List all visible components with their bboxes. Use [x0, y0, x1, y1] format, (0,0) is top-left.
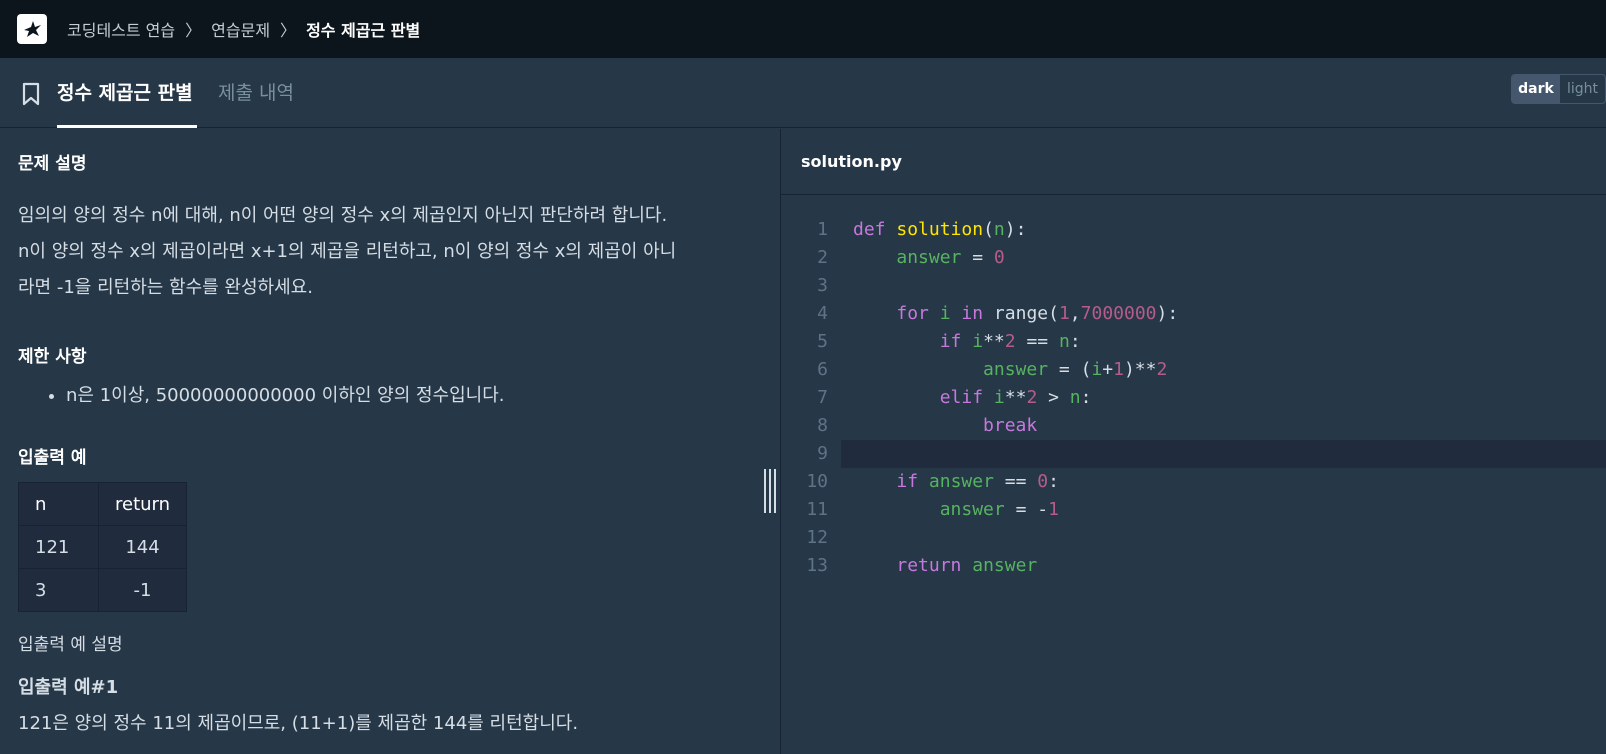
example-1-title: 입출력 예#1: [18, 677, 119, 698]
bookmark-icon[interactable]: [22, 82, 40, 106]
code-line-active: 9: [817, 440, 1606, 468]
theme-toggle: dark light: [1511, 74, 1606, 104]
line-number: 5: [817, 331, 828, 352]
limits-list: n은 1이상, 50000000000000 이하인 양의 정수입니다.: [18, 381, 762, 411]
line-number: 12: [806, 527, 828, 548]
code-editor[interactable]: 1 def solution(n): 2 answer = 0 3 4 for i…: [781, 195, 1606, 580]
table-cell: 121: [18, 525, 99, 569]
code-line: 11 answer = -1: [781, 496, 1606, 524]
code-line: 6 answer = (i+1)**2: [781, 356, 1606, 384]
code-line: 5 if i**2 == n:: [781, 328, 1606, 356]
line-number: 9: [817, 443, 828, 464]
table-cell: 3: [18, 568, 99, 612]
chevron-right-icon: 〉: [280, 21, 297, 40]
problem-description-title: 문제 설명: [18, 154, 87, 174]
code-line: 2 answer = 0: [781, 244, 1606, 272]
code-line: 1 def solution(n):: [781, 216, 1606, 244]
code-line: 8 break: [781, 412, 1606, 440]
file-name: solution.py: [781, 129, 1606, 195]
line-number: 3: [817, 275, 828, 296]
line-number: 1: [817, 219, 828, 240]
line-number: 4: [817, 303, 828, 324]
tab-bar: 정수 제곱근 판별 제출 내역: [0, 58, 1606, 128]
breadcrumb-item-coding-test[interactable]: 코딩테스트 연습: [67, 17, 175, 41]
line-number: 6: [817, 359, 828, 380]
table-row: 121 144: [18, 525, 188, 569]
limit-item: n은 1이상, 50000000000000 이하인 양의 정수입니다.: [66, 381, 762, 411]
code-line: 4 for i in range(1,7000000):: [781, 300, 1606, 328]
table-header-row: n return: [18, 482, 188, 526]
tab-submission-history[interactable]: 제출 내역: [218, 58, 294, 128]
breadcrumb-item-current: 정수 제곱근 판별: [306, 21, 421, 40]
programmers-logo-icon[interactable]: [17, 14, 47, 44]
code-line: 12: [781, 524, 1606, 552]
limits-title: 제한 사항: [18, 347, 87, 367]
io-example-table: n return 121 144 3 -1: [18, 482, 188, 612]
code-line: 7 elif i**2 > n:: [781, 384, 1606, 412]
top-bar: 코딩테스트 연습 〉 연습문제 〉 정수 제곱근 판별: [0, 0, 1606, 58]
theme-dark-button[interactable]: dark: [1512, 75, 1560, 103]
line-number: 8: [817, 415, 828, 436]
line-number: 13: [806, 555, 828, 576]
code-line: 10 if answer == 0:: [781, 468, 1606, 496]
io-example-title: 입출력 예: [18, 448, 87, 468]
description-line: 라면 -1을 리턴하는 함수를 완성하세요.: [18, 277, 313, 298]
description-line: 임의의 양의 정수 n에 대해, n이 어떤 양의 정수 x의 제곱인지 아닌지…: [18, 205, 668, 226]
theme-light-button[interactable]: light: [1560, 75, 1605, 103]
line-number: 2: [817, 247, 828, 268]
problem-pane: 문제 설명 임의의 양의 정수 n에 대해, n이 어떤 양의 정수 x의 제곱…: [0, 129, 780, 754]
breadcrumb: 코딩테스트 연습 〉 연습문제 〉 정수 제곱근 판별: [67, 17, 420, 41]
problem-description: 임의의 양의 정수 n에 대해, n이 어떤 양의 정수 x의 제곱인지 아닌지…: [18, 198, 748, 306]
table-cell: 144: [97, 525, 188, 569]
table-row: 3 -1: [18, 568, 188, 612]
chevron-right-icon: 〉: [185, 21, 202, 40]
table-cell: -1: [97, 568, 188, 612]
code-line: 13 return answer: [781, 552, 1606, 580]
tab-problem[interactable]: 정수 제곱근 판별: [57, 58, 197, 128]
pane-resize-handle[interactable]: [764, 469, 776, 513]
example-1-text: 121은 양의 정수 11의 제곱이므로, (11+1)를 제곱한 144를 리…: [18, 713, 579, 734]
editor-pane: solution.py 1 def solution(n): 2 answer =…: [780, 129, 1606, 754]
io-example-description-title: 입출력 예 설명: [18, 635, 123, 655]
line-number: 7: [817, 387, 828, 408]
breadcrumb-item-practice[interactable]: 연습문제: [211, 17, 270, 41]
line-number: 11: [806, 499, 828, 520]
line-number: 10: [806, 471, 828, 492]
description-line: n이 양의 정수 x의 제곱이라면 x+1의 제곱을 리턴하고, n이 양의 정…: [18, 241, 677, 262]
table-header: n: [18, 482, 99, 526]
table-header: return: [97, 482, 188, 526]
code-line: 3: [781, 272, 1606, 300]
